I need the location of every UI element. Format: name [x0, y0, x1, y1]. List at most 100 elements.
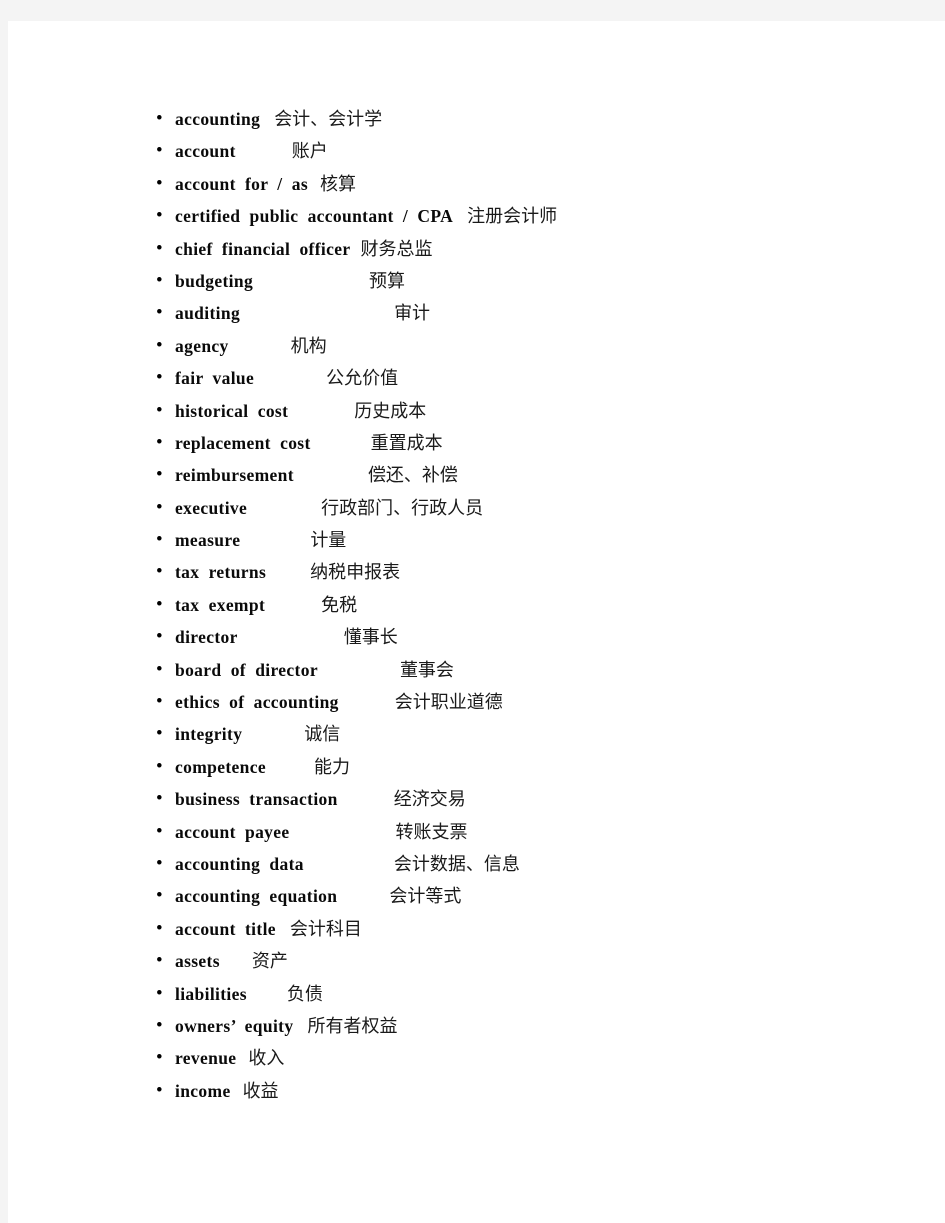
term-english: accounting equation	[175, 886, 338, 907]
bullet-icon: •	[156, 334, 163, 356]
bullet-icon: •	[156, 237, 163, 259]
bullet-icon: •	[156, 593, 163, 615]
list-item: • chief financial officer 财务总监	[151, 233, 911, 265]
list-item: • income 收益	[151, 1075, 911, 1107]
bullet-icon: •	[156, 140, 163, 162]
term-english: chief financial officer	[175, 238, 351, 259]
bullet-icon: •	[156, 982, 163, 1004]
term-english: owners’ equity	[175, 1015, 294, 1036]
bullet-icon: •	[156, 529, 163, 551]
term-chinese: 董事会	[399, 659, 454, 681]
bullet-icon: •	[156, 852, 163, 874]
bullet-icon: •	[156, 691, 163, 713]
term-chinese: 能力	[313, 756, 350, 778]
term-english: budgeting	[175, 270, 254, 291]
list-item: • certified public accountant / CPA 注册会计师	[151, 200, 911, 232]
term-english: director	[175, 627, 238, 648]
term-english: executive	[175, 497, 248, 518]
term-chinese: 计量	[310, 530, 347, 552]
term-english: reimbursement	[175, 465, 294, 486]
term-chinese: 诚信	[304, 724, 341, 746]
term-chinese: 审计	[394, 303, 431, 325]
bullet-icon: •	[156, 1047, 163, 1069]
term-chinese: 历史成本	[354, 400, 427, 422]
term-english: account title	[175, 918, 276, 939]
term-chinese: 纳税申报表	[310, 562, 401, 584]
bullet-icon: •	[156, 755, 163, 777]
term-chinese: 注册会计师	[467, 206, 558, 228]
bullet-icon: •	[156, 367, 163, 389]
term-chinese: 收益	[242, 1080, 279, 1102]
bullet-icon: •	[156, 108, 163, 129]
list-item: • accounting equation 会计等式	[151, 880, 911, 912]
list-item: • board of director 董事会	[151, 654, 911, 686]
list-item: • executive 行政部门、行政人员	[151, 492, 911, 524]
list-item: • historical cost 历史成本	[151, 395, 911, 427]
bullet-icon: •	[156, 269, 163, 291]
list-item: • agency 机构	[151, 330, 911, 362]
term-english: revenue	[175, 1048, 237, 1069]
term-english: measure	[175, 530, 241, 551]
bullet-icon: •	[156, 885, 163, 907]
term-english: fair value	[175, 368, 255, 389]
term-english: income	[175, 1080, 231, 1101]
term-chinese: 免税	[321, 594, 358, 616]
term-chinese: 财务总监	[360, 238, 433, 260]
term-chinese: 核算	[320, 173, 357, 195]
term-english: assets	[175, 951, 220, 972]
bullet-icon: •	[156, 1014, 163, 1036]
term-chinese: 会计职业道德	[394, 692, 503, 714]
list-item: • business transaction 经济交易	[151, 783, 911, 815]
term-english: tax returns	[175, 562, 267, 583]
term-english: board of director	[175, 659, 318, 680]
term-chinese: 机构	[290, 335, 327, 357]
glossary-list: • accounting 会计、会计学 • account 账户 • account for …	[151, 103, 911, 1107]
term-english: accounting	[175, 109, 261, 129]
term-chinese: 会计、会计学	[274, 109, 383, 130]
term-english: competence	[175, 756, 266, 777]
term-chinese: 行政部门、行政人员	[321, 497, 484, 519]
list-item: • budgeting 预算	[151, 265, 911, 297]
bullet-icon: •	[156, 658, 163, 680]
term-chinese: 偿还、补偿	[367, 465, 458, 487]
list-item: • account 账户	[151, 135, 911, 167]
term-chinese: 会计等式	[389, 886, 462, 908]
term-english: ethics of accounting	[175, 692, 339, 713]
term-english: auditing	[175, 303, 241, 324]
term-chinese: 懂事长	[343, 627, 398, 649]
list-item: • account payee 转账支票	[151, 816, 911, 848]
list-item: • integrity 诚信	[151, 718, 911, 750]
list-item: • tax returns 纳税申报表	[151, 556, 911, 588]
bullet-icon: •	[156, 723, 163, 745]
term-chinese: 收入	[248, 1048, 285, 1070]
bullet-icon: •	[156, 431, 163, 453]
term-chinese: 会计数据、信息	[393, 853, 520, 875]
term-english: integrity	[175, 724, 243, 745]
term-english: account for / as	[175, 173, 309, 194]
bullet-icon: •	[156, 917, 163, 939]
term-english: accounting data	[175, 853, 304, 874]
term-chinese: 转账支票	[395, 821, 468, 843]
term-chinese: 负债	[286, 983, 323, 1005]
bullet-icon: •	[156, 205, 163, 227]
term-chinese: 经济交易	[393, 789, 466, 811]
term-chinese: 预算	[369, 270, 406, 292]
bullet-icon: •	[156, 1079, 163, 1101]
bullet-icon: •	[156, 172, 163, 194]
term-english: historical cost	[175, 400, 289, 421]
list-item: • assets 资产	[151, 945, 911, 977]
bullet-icon: •	[156, 561, 163, 583]
document-page: • accounting 会计、会计学 • account 账户 • account for …	[8, 21, 945, 1223]
list-item: • revenue 收入	[151, 1042, 911, 1074]
list-item: • reimbursement 偿还、补偿	[151, 459, 911, 491]
list-item: • director 懂事长	[151, 621, 911, 653]
term-english: liabilities	[175, 983, 247, 1004]
bullet-icon: •	[156, 788, 163, 810]
term-chinese: 会计科目	[289, 918, 362, 940]
bullet-icon: •	[156, 302, 163, 324]
bullet-icon: •	[156, 626, 163, 648]
list-item: • auditing 审计	[151, 297, 911, 329]
list-item: • accounting 会计、会计学	[151, 103, 911, 135]
list-item: • ethics of accounting 会计职业道德	[151, 686, 911, 718]
list-item: • tax exempt 免税	[151, 589, 911, 621]
